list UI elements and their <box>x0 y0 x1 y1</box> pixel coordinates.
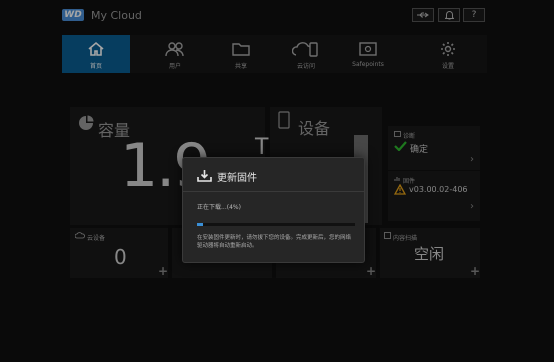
top-bar: WD My Cloud ? <box>0 0 554 30</box>
nav-shares[interactable]: 共享 <box>207 35 275 73</box>
dialog-divider <box>183 191 364 192</box>
activity-value: 空闲 <box>414 245 445 263</box>
home-icon <box>88 41 104 56</box>
usb-button[interactable] <box>412 8 434 22</box>
check-icon <box>394 141 407 151</box>
firmware-version: v03.00.02-406 <box>409 185 468 194</box>
diagnostics-panel[interactable]: 诊断 确定 › <box>388 126 480 170</box>
app-title: My Cloud <box>91 9 142 22</box>
download-icon <box>197 170 212 182</box>
dialog-title: 更新固件 <box>217 173 257 184</box>
main-nav: 首页 用户 共享 云访问 Safepoints 设置 <box>62 35 487 73</box>
nav-cloud-access-label: 云访问 <box>296 63 315 70</box>
add-activity-icon[interactable]: + <box>470 264 480 278</box>
cloud-device-icon <box>75 232 85 239</box>
cloud-access-icon <box>292 42 318 57</box>
nav-home-label: 首页 <box>89 63 102 70</box>
safepoint-icon <box>359 42 377 56</box>
nav-users[interactable]: 用户 <box>141 35 209 73</box>
cloud-devices-value: 0 <box>114 245 127 269</box>
update-note: 在安装固件更新时，请勿拔下您的设备。完成更新后，您的网络驱动器将自动重新启动。 <box>197 235 352 249</box>
help-label: ? <box>471 10 477 20</box>
nav-users-label: 用户 <box>168 63 181 70</box>
download-status: 正在下载...(4%) <box>197 204 241 211</box>
nav-settings[interactable]: 设置 <box>414 35 482 73</box>
usb-icon <box>417 12 429 18</box>
firmware-update-dialog: 更新固件 正在下载...(4%) 在安装固件更新时，请勿拔下您的设备。完成更新后… <box>182 157 365 263</box>
device-title: 设备 <box>298 119 331 138</box>
scan-icon <box>384 232 391 239</box>
nav-shares-label: 共享 <box>234 63 247 70</box>
activity-tile[interactable]: 内容扫描 空闲 + <box>380 228 480 278</box>
progress-bar <box>197 223 355 226</box>
firmware-chevron-icon[interactable]: › <box>470 201 474 212</box>
users-icon <box>165 42 184 57</box>
nav-home[interactable]: 首页 <box>62 35 130 73</box>
progress-fill <box>197 223 204 226</box>
wd-logo: WD <box>62 9 84 21</box>
diagnostics-label: 诊断 <box>403 133 416 140</box>
warning-icon <box>394 184 406 195</box>
folder-icon <box>232 43 250 56</box>
diagnostics-status: 确定 <box>410 145 429 155</box>
add-share-icon[interactable]: + <box>366 264 376 278</box>
nav-settings-label: 设置 <box>441 63 454 70</box>
activity-label: 内容扫描 <box>393 235 418 242</box>
device-icon <box>278 111 290 129</box>
nav-safepoints[interactable]: Safepoints <box>334 35 402 73</box>
diagnostics-icon <box>394 131 401 137</box>
diagnostics-chevron-icon[interactable]: › <box>470 154 474 165</box>
bell-icon <box>444 11 454 20</box>
help-button[interactable]: ? <box>463 8 485 22</box>
firmware-icon <box>394 177 400 181</box>
firmware-panel[interactable]: 固件 v03.00.02-406 › <box>388 171 480 221</box>
notifications-button[interactable] <box>438 8 460 22</box>
cloud-devices-label: 云设备 <box>87 235 106 242</box>
nav-cloud-access[interactable]: 云访问 <box>272 35 340 73</box>
add-cloud-device-icon[interactable]: + <box>158 264 168 278</box>
gear-icon <box>441 42 455 56</box>
pie-chart-icon <box>79 115 94 130</box>
nav-safepoints-label: Safepoints <box>352 61 384 68</box>
cloud-devices-tile[interactable]: 云设备 0 + <box>70 228 168 278</box>
